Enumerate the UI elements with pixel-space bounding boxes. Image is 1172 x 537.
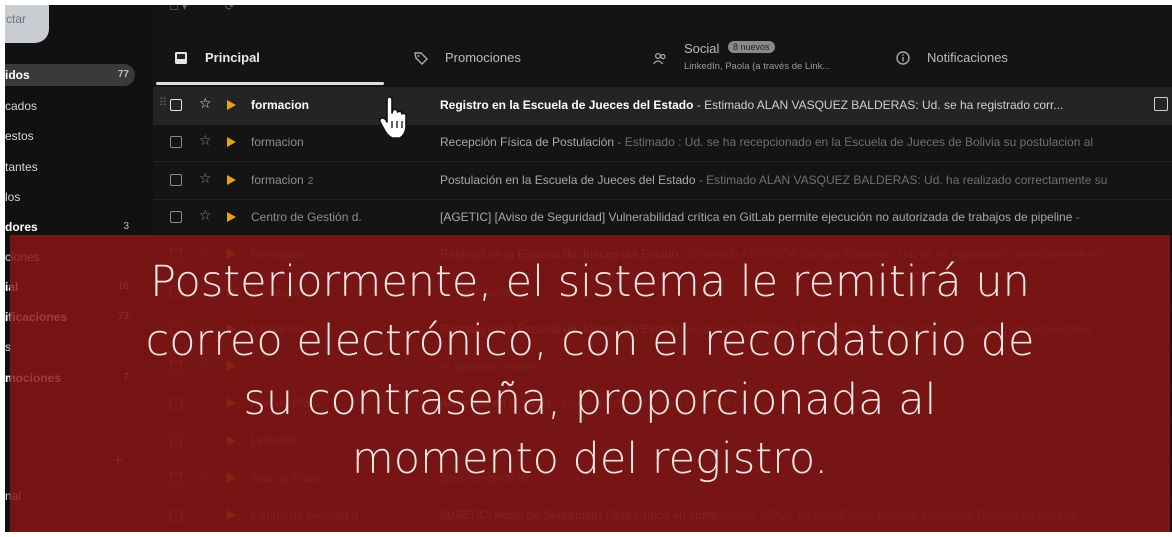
sidebar-item-important[interactable]: tantes xyxy=(5,156,135,178)
row-checkbox[interactable] xyxy=(170,99,182,111)
email-snippet: - Estimado ALAN VASQUEZ BALDERAS: Ud. ha… xyxy=(695,173,1108,187)
caption-line: momento del registro. xyxy=(351,434,829,484)
star-icon[interactable]: ☆ xyxy=(199,95,212,112)
email-sender: formacion xyxy=(251,135,304,149)
email-subject: [AGETIC] [Aviso de Seguridad] Vulnerabil… xyxy=(440,210,1073,224)
star-icon[interactable]: ☆ xyxy=(199,207,212,224)
email-subject-snippet: Recepción Física de Postulación - Estima… xyxy=(440,135,1160,149)
caption-line: correo electrónico, con el recordatorio … xyxy=(145,316,1035,366)
tab-promociones[interactable]: Promociones xyxy=(411,38,641,82)
tab-notificaciones[interactable]: Notificaciones xyxy=(893,38,1133,82)
compose-button[interactable]: ctar xyxy=(5,5,49,43)
important-icon[interactable] xyxy=(227,100,236,110)
email-subject-snippet: Postulación en la Escuela de Jueces del … xyxy=(440,173,1160,187)
people-icon xyxy=(652,52,666,65)
inbox-icon xyxy=(175,52,187,64)
star-icon[interactable]: ☆ xyxy=(199,132,212,149)
toolbar: ☐ ▾ ⟳ xyxy=(153,5,1172,25)
email-row[interactable]: ☆ Centro de Gestión d. [AGETIC] [Aviso de … xyxy=(153,199,1172,237)
sidebar-item-sent[interactable]: los xyxy=(5,186,135,208)
tab-social-label: Social xyxy=(684,41,720,56)
hand-pointer-icon xyxy=(378,96,407,139)
info-icon xyxy=(896,51,910,65)
email-row[interactable]: ☆ formacion 2 Postulación en la Escuela de … xyxy=(153,162,1172,200)
sidebar-item-starred[interactable]: cados xyxy=(5,95,135,117)
active-tab-indicator xyxy=(156,82,384,85)
tag-icon xyxy=(414,52,428,65)
email-subject-snippet: [AGETIC] [Aviso de Seguridad] Vulnerabil… xyxy=(440,210,1160,224)
caption-line: Posteriormente, el sistema le remitirá u… xyxy=(150,257,1030,307)
email-sender: Centro de Gestión d. xyxy=(251,210,362,224)
refresh-icon[interactable]: ⟳ xyxy=(225,5,234,13)
sidebar-item-snoozed[interactable]: estos xyxy=(5,125,135,147)
row-checkbox[interactable] xyxy=(170,174,182,186)
email-snippet: - Estimado ALAN VASQUEZ BALDERAS: Ud. se… xyxy=(693,98,1064,112)
email-snippet: - xyxy=(1072,210,1080,224)
email-row[interactable]: ☆ formacion Recepción Física de Postulació… xyxy=(153,124,1172,162)
select-all-checkbox[interactable]: ☐ ▾ xyxy=(169,5,187,13)
tab-social-senders: LinkedIn, Paola (a través de Link... xyxy=(684,61,831,72)
email-row[interactable]: ⠿ ☆ formacion Registro en la Escuela de Jue… xyxy=(153,87,1172,125)
sidebar-item-inbox[interactable]: idos 77 xyxy=(5,64,135,86)
archive-icon[interactable] xyxy=(1154,97,1168,111)
thread-count: 2 xyxy=(307,176,314,187)
important-icon[interactable] xyxy=(227,137,236,147)
caption-text: Posteriormente, el sistema le remitirá u… xyxy=(10,253,1170,489)
row-checkbox[interactable] xyxy=(170,136,182,148)
social-new-badge: 8 nuevos xyxy=(728,41,775,53)
important-icon[interactable] xyxy=(227,175,236,185)
category-tabs: Principal Promociones Social 8 nuevos Li… xyxy=(153,38,1172,82)
email-subject: Recepción Física de Postulación xyxy=(440,135,615,149)
email-sender: formacion xyxy=(251,98,310,112)
tab-principal[interactable]: Principal xyxy=(153,38,383,82)
drag-handle-icon[interactable]: ⠿ xyxy=(159,96,167,110)
caption-line: su contraseña, proporcionada al xyxy=(243,375,937,425)
row-checkbox[interactable] xyxy=(170,211,182,223)
email-snippet: - Estimado : Ud. se ha recepcionado en l… xyxy=(614,135,1094,149)
email-subject: Postulación en la Escuela de Jueces del … xyxy=(440,173,696,187)
important-icon[interactable] xyxy=(227,212,236,222)
email-sender: formacion 2 xyxy=(251,173,314,187)
email-subject-snippet: Registro en la Escuela de Jueces del Est… xyxy=(440,98,1160,112)
email-subject: Registro en la Escuela de Jueces del Est… xyxy=(440,98,694,112)
star-icon[interactable]: ☆ xyxy=(199,170,212,187)
caption-overlay: Posteriormente, el sistema le remitirá u… xyxy=(10,235,1170,532)
